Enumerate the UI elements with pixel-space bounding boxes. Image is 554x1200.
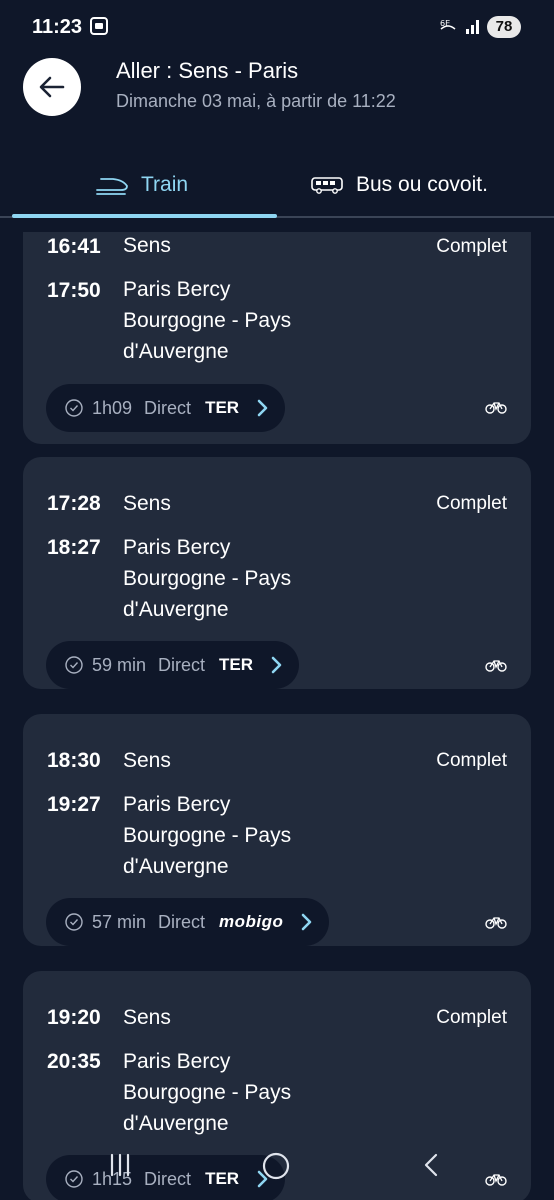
availability-status: Complet: [436, 236, 507, 257]
chevron-right-icon: [257, 399, 268, 417]
clock-icon: [65, 913, 83, 931]
chevron-right-icon: [271, 656, 282, 674]
availability-status: Complet: [436, 750, 507, 771]
arrow-left-icon: [39, 76, 65, 98]
departure-time: 16:41: [47, 235, 101, 258]
journey-card[interactable]: 18:30 Sens Complet 19:27 Paris Bercy Bou…: [23, 714, 531, 946]
bike-icon: [485, 917, 507, 929]
battery-indicator: 78: [487, 16, 521, 38]
bus-icon: [311, 177, 343, 194]
page-subtitle: Dimanche 03 mai, à partir de 11:22: [116, 91, 396, 111]
arrival-station-line-2: Bourgogne - Pays: [123, 824, 292, 847]
status-bar: 11:23 6E 78: [0, 0, 554, 56]
bike-icon: [485, 402, 507, 414]
departure-station: Sens: [123, 234, 171, 257]
journey-list[interactable]: 16:41 Sens Complet 17:50 Paris Bercy Bou…: [0, 232, 554, 1200]
tab-bus[interactable]: Bus ou covoit.: [310, 165, 488, 205]
screenshot-icon: [90, 17, 108, 35]
arrival-station-line-3: d'Auvergne: [123, 598, 229, 621]
arrival-station-line-1: Paris Bercy: [123, 278, 231, 301]
home-icon[interactable]: [262, 1152, 290, 1180]
arrival-station-line-2: Bourgogne - Pays: [123, 1081, 292, 1104]
journey-details-pill[interactable]: 57 min Direct mobigo: [46, 898, 330, 946]
arrival-time: 18:27: [47, 536, 101, 559]
journey-type: Direct: [158, 654, 206, 675]
arrival-station-line-3: d'Auvergne: [123, 340, 229, 363]
arrival-station-line-2: Bourgogne - Pays: [123, 309, 292, 332]
journey-details-pill[interactable]: 59 min Direct TER: [46, 641, 300, 689]
arrival-station-line-2: Bourgogne - Pays: [123, 567, 292, 590]
duration: 59 min: [92, 654, 147, 675]
arrival-time: 20:35: [47, 1050, 101, 1073]
departure-time: 19:20: [47, 1006, 101, 1029]
journey-card[interactable]: 17:28 Sens Complet 18:27 Paris Bercy Bou…: [23, 457, 531, 689]
recent-apps-icon[interactable]: [108, 1152, 132, 1178]
page-title: Aller : Sens - Paris: [116, 58, 299, 83]
journey-type: Direct: [158, 911, 206, 932]
carrier-brand: TER: [205, 398, 240, 417]
departure-time: 18:30: [47, 749, 101, 772]
clock-icon: [65, 399, 83, 417]
availability-status: Complet: [436, 1007, 507, 1028]
duration: 57 min: [92, 911, 147, 932]
availability-status: Complet: [436, 493, 507, 514]
train-icon: [96, 178, 128, 195]
bike-icon: [485, 660, 507, 672]
signal-icon: 6E: [440, 19, 479, 34]
departure-station: Sens: [123, 749, 171, 772]
carrier-brand: TER: [219, 655, 254, 674]
chevron-right-icon: [302, 913, 312, 931]
arrival-station-line-3: d'Auvergne: [123, 1112, 229, 1135]
arrival-station-line-1: Paris Bercy: [123, 536, 231, 559]
departure-time: 17:28: [47, 492, 101, 515]
arrival-station-line-1: Paris Bercy: [123, 1050, 231, 1073]
clock-icon: [65, 656, 83, 674]
departure-station: Sens: [123, 1006, 171, 1029]
journey-type: Direct: [144, 397, 192, 418]
arrival-station-line-1: Paris Bercy: [123, 793, 231, 816]
tab-label: Bus ou covoit.: [356, 173, 488, 196]
arrival-station-line-3: d'Auvergne: [123, 855, 229, 878]
status-time: 11:23: [32, 16, 83, 38]
tab-label: Train: [141, 173, 189, 196]
system-nav-bar: [0, 1140, 554, 1200]
back-nav-icon[interactable]: [422, 1152, 440, 1178]
arrival-time: 17:50: [47, 279, 101, 302]
journey-card[interactable]: 16:41 Sens Complet 17:50 Paris Bercy Bou…: [23, 232, 531, 444]
journey-details-pill[interactable]: 1h09 Direct TER: [46, 384, 286, 432]
back-button[interactable]: [23, 58, 81, 116]
departure-station: Sens: [123, 492, 171, 515]
tab-indicator: [12, 214, 277, 218]
carrier-brand-logo: mobigo: [219, 912, 284, 931]
duration: 1h09: [92, 397, 133, 418]
tab-train[interactable]: Train: [95, 165, 188, 205]
arrival-time: 19:27: [47, 793, 101, 816]
